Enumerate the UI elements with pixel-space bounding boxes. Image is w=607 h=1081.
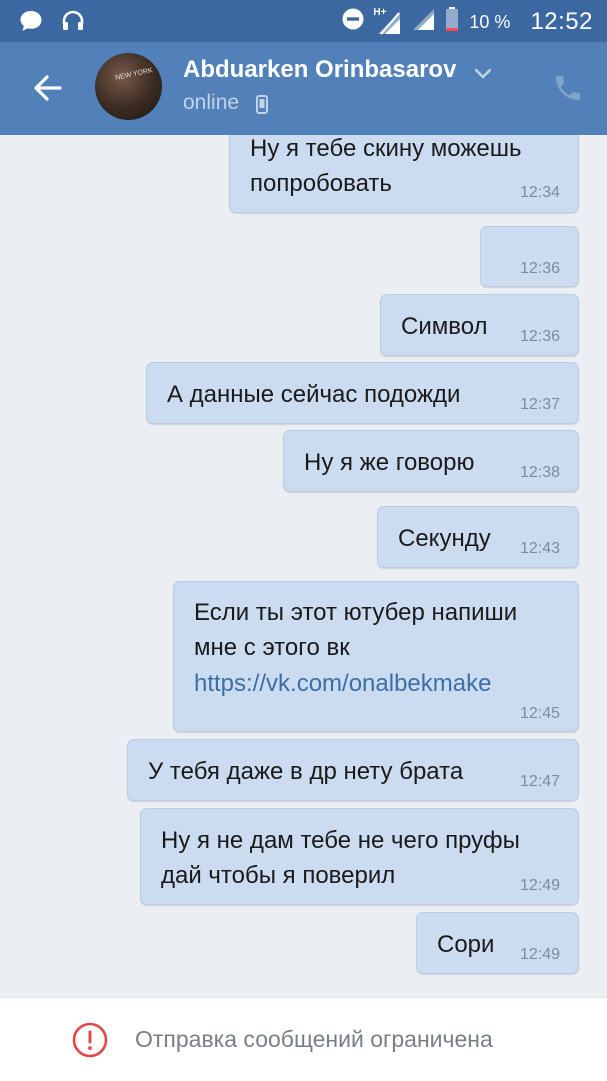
message-time: 12:36	[519, 260, 560, 277]
message-bubble[interactable]: Ну я не дам тебе не чего пруфы дай чтобы…	[140, 808, 579, 905]
clock: 12:52	[530, 8, 593, 35]
message-icon	[18, 8, 44, 39]
message-time: 12:47	[519, 773, 560, 790]
message-bubble[interactable]: Сори 12:49	[416, 912, 579, 974]
message-bubble[interactable]: Ну я тебе скину можешь попробовать 12:34	[229, 135, 579, 213]
signal-icon	[411, 7, 435, 37]
back-button[interactable]	[28, 68, 68, 108]
message-time: 12:45	[519, 705, 560, 722]
mobile-icon	[256, 95, 268, 114]
message-restriction-bar: Отправка сообщений ограничена	[0, 997, 607, 1081]
message-text: Ну я не дам тебе не чего пруфы	[161, 827, 520, 854]
message-bubble[interactable]: Символ 12:36	[380, 294, 579, 356]
headset-icon	[60, 8, 86, 39]
battery-icon	[445, 6, 459, 38]
message-text: Если ты этот ютубер напиши	[194, 599, 518, 626]
message-text: А данные сейчас подожди	[167, 381, 461, 408]
message-text: Ну я тебе скину можешь	[250, 135, 522, 162]
message-bubble[interactable]: Ну я же говорю 12:38	[283, 430, 579, 492]
contact-name[interactable]: Abduarken Orinbasarov	[183, 56, 456, 84]
dnd-icon	[341, 7, 365, 37]
network-type-label: H+	[373, 7, 387, 18]
message-text: Секунду	[398, 525, 491, 552]
contact-status: online	[183, 91, 240, 114]
status-bar: H+ 10 % 12:52	[0, 0, 607, 42]
message-text: Сори	[437, 931, 495, 958]
message-text: Ну я же говорю	[304, 449, 475, 476]
message-time: 12:37	[519, 396, 560, 413]
back-arrow-icon	[34, 75, 62, 101]
message-text: дай чтобы я поверил	[161, 862, 396, 889]
message-text: мне с этого вк	[194, 634, 350, 661]
avatar-print-text: NEW YORK	[114, 67, 154, 82]
message-bubble[interactable]: Если ты этот ютубер напиши мне с этого в…	[173, 581, 579, 732]
network-type-signal-icon: H+	[373, 7, 401, 35]
message-text: Символ	[401, 313, 488, 340]
message-bubble[interactable]: А данные сейчас подожди 12:37	[146, 362, 579, 424]
message-list[interactable]: Ну я тебе скину можешь попробовать 12:34…	[0, 135, 607, 997]
message-time: 12:43	[519, 540, 560, 557]
message-text: попробовать	[250, 170, 392, 197]
chevron-down-icon[interactable]	[472, 62, 494, 84]
phone-icon	[556, 76, 580, 100]
message-time: 12:49	[519, 877, 560, 894]
message-text: У тебя даже в др нету брата	[148, 758, 464, 785]
message-time: 12:34	[519, 184, 560, 201]
message-bubble[interactable]: У тебя даже в др нету брата 12:47	[127, 739, 579, 801]
call-button[interactable]	[552, 72, 584, 104]
avatar[interactable]: NEW YORK	[95, 53, 162, 120]
message-time: 12:36	[519, 328, 560, 345]
message-bubble[interactable]: Секунду 12:43	[377, 506, 579, 568]
restriction-text: Отправка сообщений ограничена	[135, 1026, 493, 1052]
warning-icon	[72, 1022, 108, 1058]
message-time: 12:49	[519, 946, 560, 963]
message-link[interactable]: https://vk.com/onalbekmake	[194, 666, 491, 701]
message-bubble[interactable]: 12:36	[480, 226, 579, 287]
battery-percent: 10 %	[469, 11, 511, 32]
chat-header: NEW YORK Abduarken Orinbasarov online	[0, 42, 607, 135]
message-time: 12:38	[519, 464, 560, 481]
